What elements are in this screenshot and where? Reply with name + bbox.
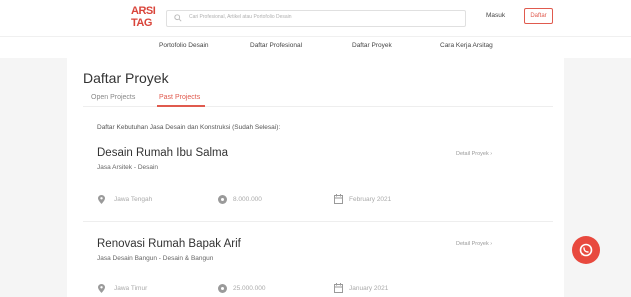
search-placeholder: Cari Profesional, Artikel atau Portofoli… — [189, 14, 292, 20]
project-detail-link[interactable]: Detail Proyek › — [456, 241, 492, 247]
project-title[interactable]: Desain Rumah Ibu Salma — [97, 147, 228, 159]
top-bar: ARSI TAG Cari Profesional, Artikel atau … — [0, 0, 631, 36]
tab-open-projects[interactable]: Open Projects — [91, 94, 135, 101]
map-pin-icon — [98, 195, 105, 204]
project-budget: 8.000.000 — [233, 196, 262, 203]
project-service: Jasa Arsitek - Desain — [97, 164, 159, 171]
list-description: Daftar Kebutuhan Jasa Desain dan Konstru… — [97, 124, 281, 131]
search-input[interactable]: Cari Profesional, Artikel atau Portofoli… — [166, 10, 466, 27]
nav-portofolio-desain[interactable]: Portofolio Desain — [159, 42, 209, 49]
nav-cara-kerja[interactable]: Cara Kerja Arsitag — [440, 42, 493, 49]
calendar-icon — [334, 194, 343, 204]
project-location: Jawa Tengah — [114, 196, 153, 203]
register-button[interactable]: Daftar — [524, 8, 553, 24]
search-icon — [174, 14, 182, 22]
whatsapp-icon — [579, 243, 593, 257]
money-icon — [218, 195, 227, 204]
login-link[interactable]: Masuk — [486, 12, 505, 19]
logo-line-2: TAG — [131, 17, 152, 29]
project-date: January 2021 — [349, 285, 389, 292]
money-icon — [218, 284, 227, 293]
nav-daftar-proyek[interactable]: Daftar Proyek — [352, 42, 392, 49]
page-title: Daftar Proyek — [83, 70, 169, 86]
calendar-icon — [334, 283, 343, 293]
main-nav: Portofolio Desain Daftar Profesional Daf… — [0, 36, 631, 58]
project-service: Jasa Desain Bangun - Desain & Bangun — [97, 255, 214, 262]
active-tab-indicator — [157, 105, 205, 107]
tab-past-projects[interactable]: Past Projects — [159, 94, 200, 101]
project-budget: 25.000.000 — [233, 285, 266, 292]
arsitag-logo[interactable]: ARSI TAG — [131, 5, 156, 29]
nav-daftar-profesional[interactable]: Daftar Profesional — [250, 42, 302, 49]
project-detail-link[interactable]: Detail Proyek › — [456, 151, 492, 157]
project-divider — [83, 221, 553, 222]
whatsapp-chat-button[interactable] — [572, 236, 600, 264]
project-location: Jawa Timur — [114, 285, 148, 292]
project-title[interactable]: Renovasi Rumah Bapak Arif — [97, 238, 241, 250]
project-list-card: Daftar Proyek Open Projects Past Project… — [67, 58, 564, 297]
logo-line-1: ARSI — [131, 5, 156, 17]
map-pin-icon — [98, 284, 105, 293]
tabs-divider — [83, 106, 553, 107]
project-date: February 2021 — [349, 196, 392, 203]
